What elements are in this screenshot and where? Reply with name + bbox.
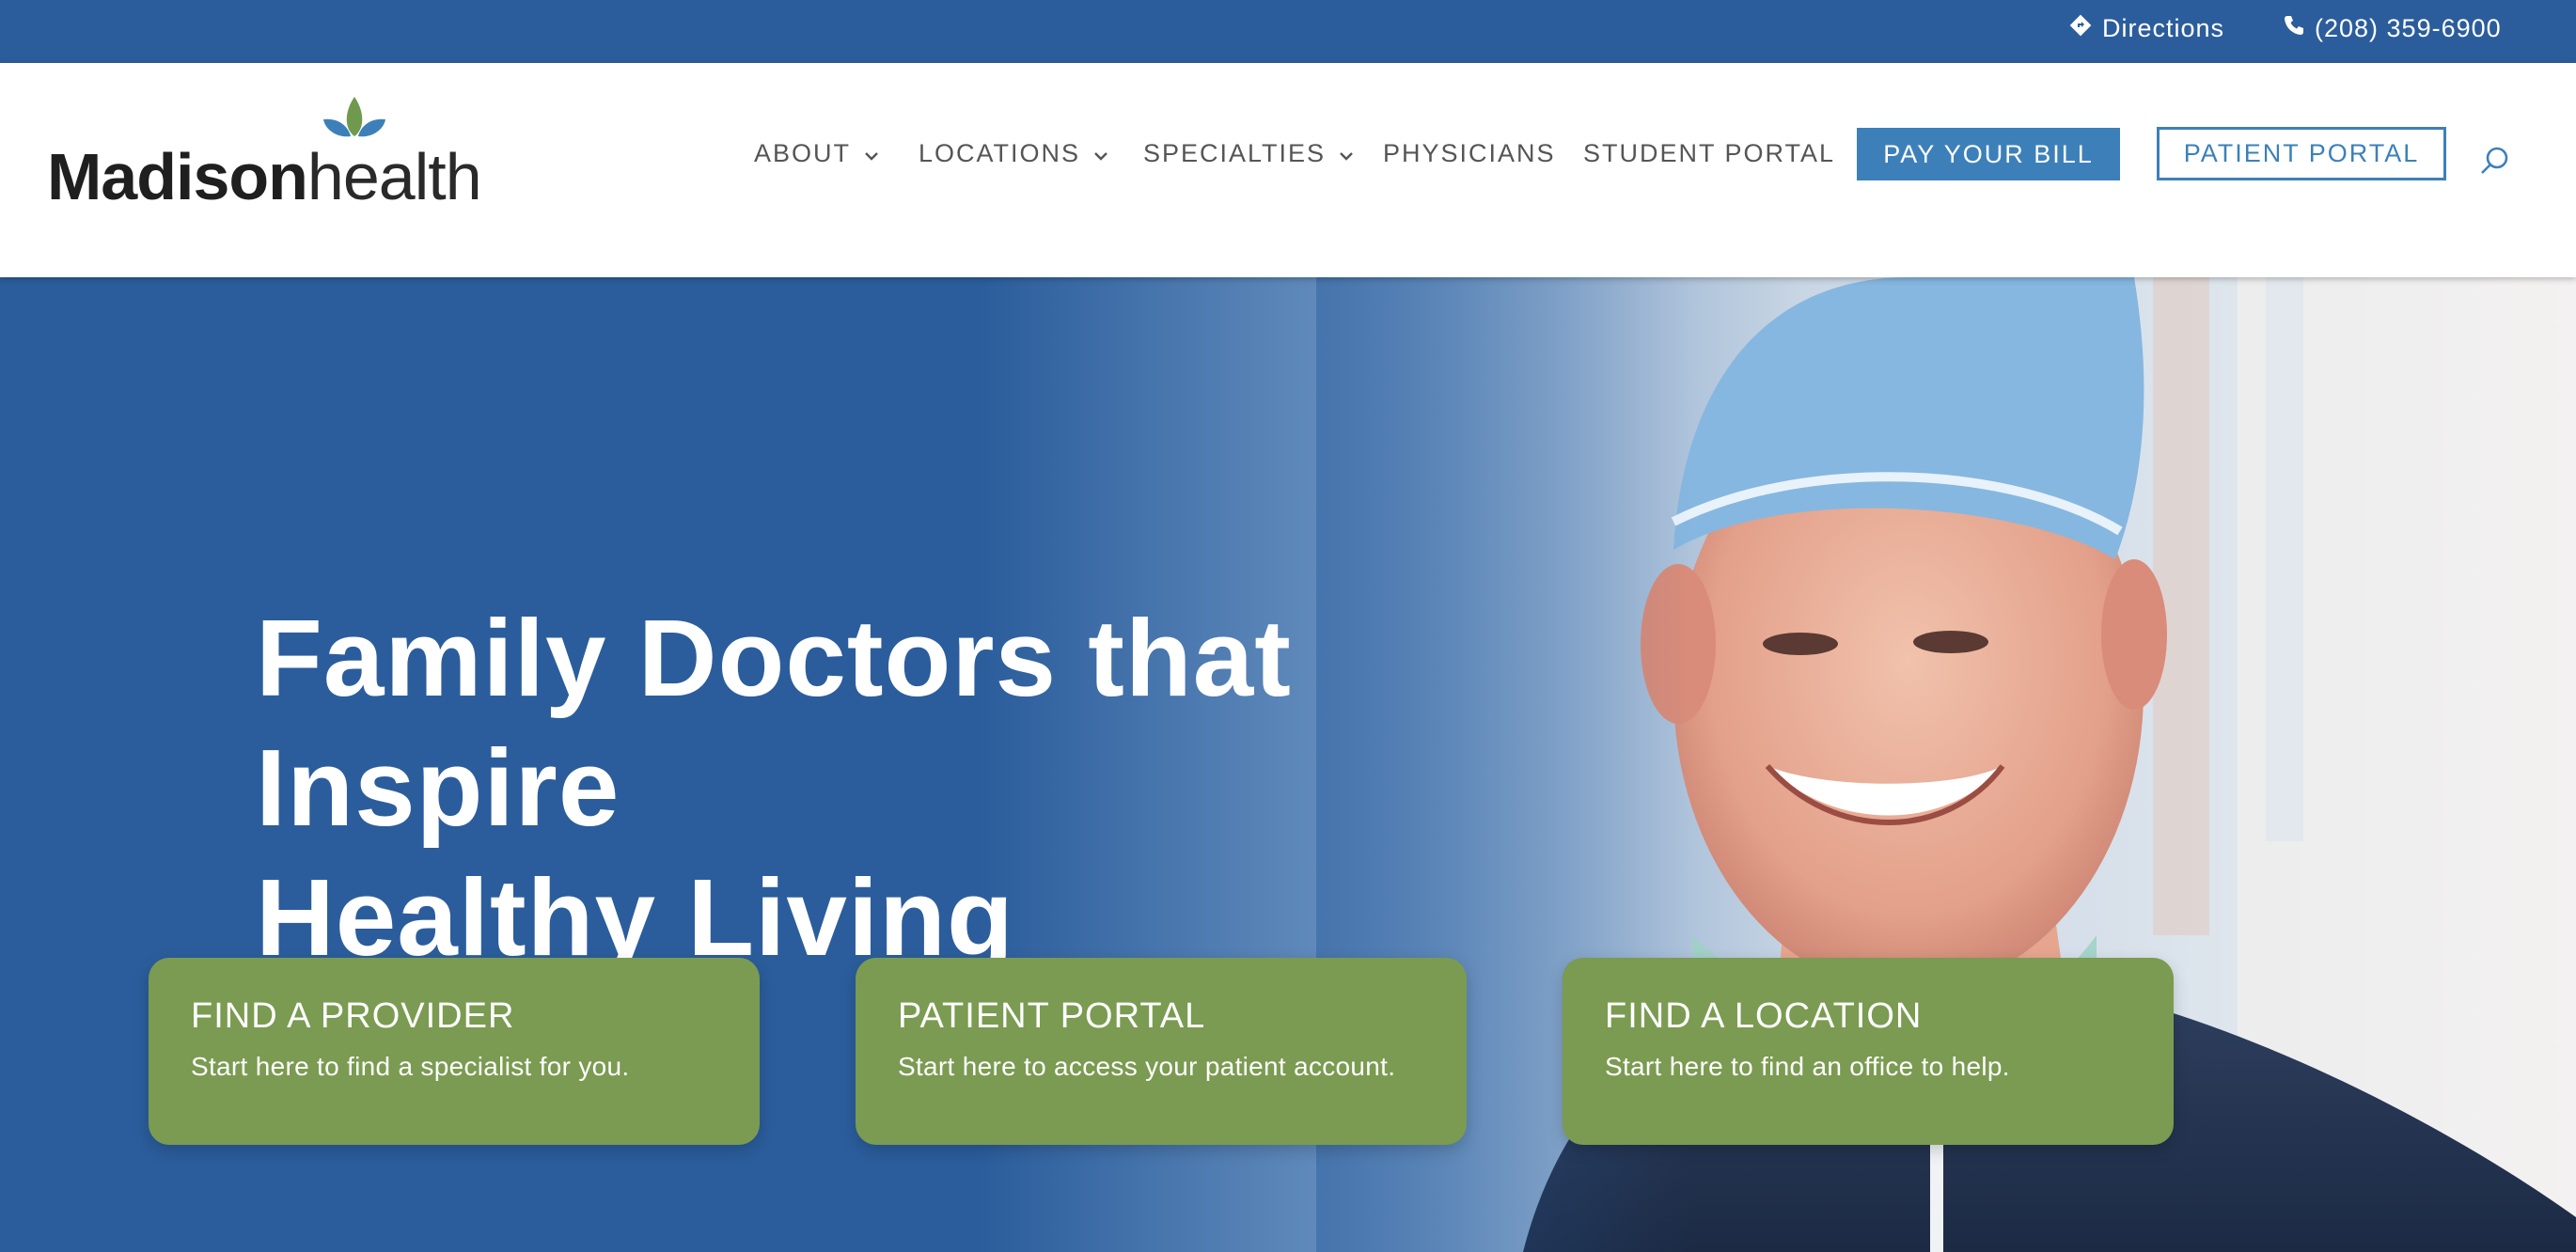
card-title: PATIENT PORTAL <box>898 996 1206 1036</box>
hero-section: Family Doctors that Inspire Healthy Livi… <box>0 277 2576 1252</box>
find-a-provider-card[interactable]: FIND A PROVIDER Start here to find a spe… <box>149 958 760 1145</box>
find-a-location-card[interactable]: FIND A LOCATION Start here to find an of… <box>1563 958 2174 1145</box>
card-subtitle: Start here to access your patient accoun… <box>898 1051 1396 1081</box>
nav-locations[interactable]: LOCATIONS <box>919 133 1108 174</box>
directions-link[interactable]: Directions <box>2068 0 2224 56</box>
nav-physicians[interactable]: PHYSICIANS <box>1383 133 1556 174</box>
phone-label: (208) 359-6900 <box>2315 13 2502 42</box>
nav-locations-label: LOCATIONS <box>919 138 1081 167</box>
nav-about-label: ABOUT <box>754 138 852 167</box>
card-subtitle: Start here to find a specialist for you. <box>191 1051 630 1081</box>
nav-physicians-label: PHYSICIANS <box>1383 138 1556 167</box>
nav-about[interactable]: ABOUT <box>754 133 879 174</box>
card-subtitle: Start here to find an office to help. <box>1605 1051 2010 1081</box>
logo-leaves-icon <box>322 91 387 143</box>
top-utility-bar: Directions (208) 359-6900 <box>0 0 2576 63</box>
nav-student-portal-label: STUDENT PORTAL <box>1583 138 1836 167</box>
hero-title-line1: Family Doctors that Inspire <box>256 597 1292 849</box>
nav-specialties-label: SPECIALTIES <box>1143 138 1327 167</box>
nav-specialties[interactable]: SPECIALTIES <box>1143 133 1354 174</box>
pay-your-bill-button[interactable]: PAY YOUR BILL <box>1857 128 2120 180</box>
directions-icon <box>2068 13 2102 44</box>
logo-word-bold: Madison <box>47 140 308 213</box>
site-header: Madisonhealth ABOUT LOCATIONS SPECIALTIE… <box>0 63 2576 277</box>
card-title: FIND A PROVIDER <box>191 996 515 1036</box>
chevron-down-icon <box>1093 139 1108 168</box>
madison-health-logo[interactable]: Madisonhealth <box>47 91 482 210</box>
chevron-down-icon <box>864 139 879 168</box>
nav-student-portal[interactable]: STUDENT PORTAL <box>1583 133 1835 174</box>
search-icon[interactable] <box>2478 144 2512 178</box>
chevron-down-icon <box>1339 139 1354 168</box>
hero-title: Family Doctors that Inspire Healthy Livi… <box>256 593 1666 982</box>
phone-icon <box>2283 14 2315 43</box>
logo-word-light: health <box>306 140 482 213</box>
card-title: FIND A LOCATION <box>1605 996 1923 1036</box>
phone-link[interactable]: (208) 359-6900 <box>2283 0 2502 56</box>
patient-portal-button[interactable]: PATIENT PORTAL <box>2157 127 2446 180</box>
logo-wordmark: Madisonhealth <box>47 144 482 210</box>
patient-portal-card[interactable]: PATIENT PORTAL Start here to access your… <box>856 958 1467 1145</box>
directions-label: Directions <box>2102 13 2225 42</box>
